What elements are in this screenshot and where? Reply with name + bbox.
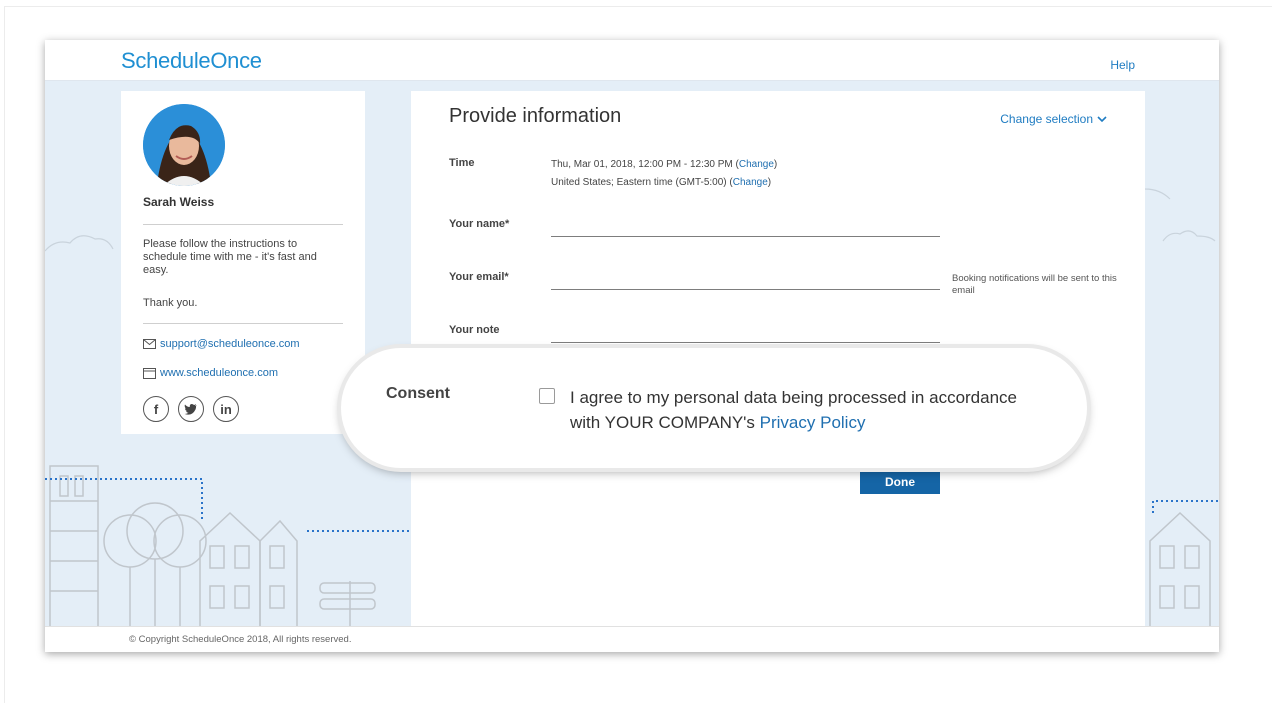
change-selection-label: Change selection	[1000, 112, 1093, 126]
divider	[143, 224, 343, 225]
scheduleonce-logo[interactable]: ScheduleOnce	[121, 48, 262, 74]
time-zone-line: United States; Eastern time (GMT-5:00) (…	[551, 177, 772, 188]
envelope-icon	[143, 339, 156, 349]
email-label: Your email*	[449, 271, 509, 283]
browser-window-icon	[143, 367, 156, 379]
facebook-icon[interactable]: f	[143, 396, 169, 422]
name-input[interactable]	[551, 236, 940, 237]
divider	[143, 323, 343, 324]
time-details: Thu, Mar 01, 2018, 12:00 PM - 12:30 PM (…	[551, 156, 777, 192]
help-link[interactable]: Help	[1110, 58, 1135, 72]
form-title: Provide information	[449, 105, 622, 127]
profile-card: Sarah Weiss Please follow the instructio…	[121, 91, 365, 434]
booking-page: ScheduleOnce Help Sarah Weiss Please fol…	[45, 40, 1219, 652]
email-input[interactable]	[551, 289, 940, 290]
avatar-photo-icon	[143, 104, 225, 186]
social-links: f in	[143, 396, 239, 422]
website-link[interactable]: www.scheduleonce.com	[143, 367, 278, 379]
note-input[interactable]	[551, 342, 940, 343]
change-selection-dropdown[interactable]: Change selection	[1000, 112, 1107, 126]
consent-text: I agree to my personal data being proces…	[570, 388, 1017, 432]
time-date-line: Thu, Mar 01, 2018, 12:00 PM - 12:30 PM (…	[551, 159, 778, 170]
change-time-link[interactable]: Change	[739, 159, 774, 170]
host-thanks: Thank you.	[143, 297, 198, 309]
host-message: Please follow the instructions to schedu…	[143, 238, 317, 276]
change-timezone-link[interactable]: Change	[733, 177, 768, 188]
copyright-text: © Copyright ScheduleOnce 2018, All right…	[129, 634, 352, 645]
chevron-down-icon	[1097, 115, 1107, 122]
top-bar: ScheduleOnce Help	[45, 40, 1219, 81]
time-label: Time	[449, 157, 475, 169]
email-note: Booking notifications will be sent to th…	[952, 273, 1117, 296]
twitter-icon[interactable]	[178, 396, 204, 422]
done-button[interactable]: Done	[860, 469, 940, 494]
website-text: www.scheduleonce.com	[160, 367, 279, 379]
twitter-bird-icon	[184, 404, 197, 415]
name-label: Your name*	[449, 218, 510, 230]
linkedin-icon[interactable]: in	[213, 396, 239, 422]
avatar	[143, 104, 225, 186]
note-label: Your note	[449, 324, 500, 336]
host-name: Sarah Weiss	[143, 195, 215, 209]
footer: © Copyright ScheduleOnce 2018, All right…	[45, 626, 1219, 652]
support-email-link[interactable]: support@scheduleonce.com	[143, 338, 300, 350]
consent-checkbox[interactable]	[539, 388, 555, 404]
consent-callout: Consent I agree to my personal data bein…	[341, 348, 1087, 468]
privacy-policy-link[interactable]: Privacy Policy	[760, 413, 866, 432]
consent-label: Consent	[386, 385, 450, 402]
support-email-text: support@scheduleonce.com	[160, 338, 300, 350]
